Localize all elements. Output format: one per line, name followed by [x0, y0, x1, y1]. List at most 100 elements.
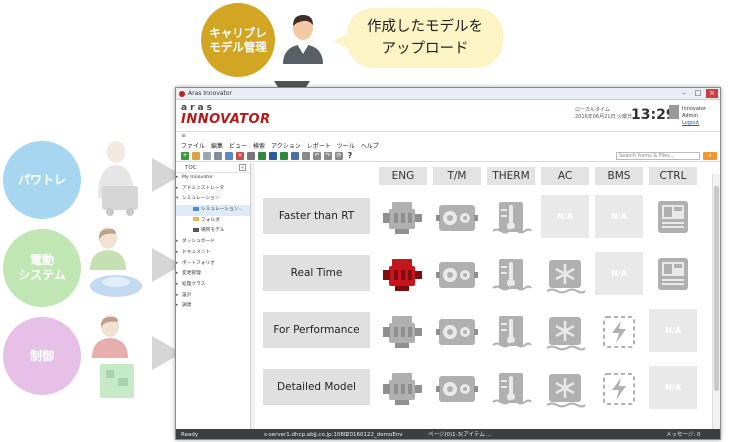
- column-header[interactable]: THERM: [487, 167, 535, 185]
- toolbar: + × ↶ ↷ ⟳ ? Search Items & Files... ⌕: [176, 150, 720, 162]
- scrollbar-thumb[interactable]: [714, 186, 719, 391]
- export-icon[interactable]: [280, 151, 288, 160]
- toc-item-label: ポートフォリオ: [182, 260, 215, 266]
- column-header[interactable]: T/M: [433, 167, 481, 185]
- toc-item[interactable]: ▸ 設計: [176, 291, 250, 302]
- toc-collapse-button[interactable]: «: [239, 164, 246, 171]
- model-cell[interactable]: [487, 366, 535, 409]
- save-icon[interactable]: [214, 151, 222, 160]
- toc-item[interactable]: フォルダ: [176, 216, 250, 227]
- model-cell[interactable]: [379, 366, 427, 409]
- transmission-icon: [436, 375, 478, 402]
- not-available-cell[interactable]: N/A: [541, 195, 589, 238]
- export-word-icon[interactable]: [269, 151, 277, 160]
- not-available-cell[interactable]: N/A: [649, 309, 697, 352]
- thermal-icon: [492, 372, 532, 404]
- na-label: N/A: [557, 212, 573, 221]
- toc-item[interactable]: ▾ シミュレーション: [176, 194, 250, 205]
- vertical-scrollbar[interactable]: [712, 174, 720, 429]
- refresh-icon[interactable]: ⟳: [335, 151, 343, 160]
- status-database: 20160122_demoEnv: [346, 432, 403, 438]
- toc-item[interactable]: ▸ ダッシュボード: [176, 237, 250, 248]
- copy-icon[interactable]: [203, 151, 211, 160]
- panel-splitter[interactable]: [251, 163, 255, 429]
- menu-edit[interactable]: 編集: [211, 141, 223, 150]
- toc-item[interactable]: ▸ 変更管理: [176, 269, 250, 280]
- help-icon[interactable]: ?: [346, 151, 354, 160]
- search-input[interactable]: Search Items & Files...: [616, 152, 700, 160]
- toc-item-label: My Innovator: [182, 175, 213, 180]
- not-available-cell[interactable]: N/A: [595, 195, 643, 238]
- row-header[interactable]: Detailed Model: [263, 369, 370, 405]
- menu-view[interactable]: ビュー: [229, 141, 247, 150]
- model-cell[interactable]: [541, 309, 589, 352]
- bubble-line2: アップロード: [381, 41, 469, 57]
- model-cell[interactable]: [649, 252, 697, 295]
- model-cell[interactable]: [433, 195, 481, 238]
- row-header[interactable]: Real Time: [263, 255, 370, 291]
- print-icon[interactable]: [247, 151, 255, 160]
- admin-person-icon: [283, 15, 323, 64]
- thermal-icon: [492, 315, 532, 347]
- thermal-icon: [492, 201, 532, 233]
- maximize-button[interactable]: □: [692, 89, 704, 98]
- toc-item[interactable]: ▸ 調達: [176, 301, 250, 312]
- model-cell[interactable]: [595, 366, 643, 409]
- menu-tools[interactable]: ツール: [337, 141, 355, 150]
- not-available-cell[interactable]: N/A: [649, 366, 697, 409]
- column-header[interactable]: AC: [541, 167, 589, 185]
- model-cell[interactable]: [379, 195, 427, 238]
- model-cell[interactable]: [433, 309, 481, 352]
- model-cell[interactable]: [541, 366, 589, 409]
- menu-action[interactable]: アクション: [271, 141, 301, 150]
- header-toggle-icon[interactable]: ≡: [181, 132, 186, 139]
- open-icon[interactable]: [192, 151, 200, 160]
- menu-file[interactable]: ファイル: [181, 141, 205, 150]
- menu-search[interactable]: 検索: [253, 141, 265, 150]
- delete-icon[interactable]: ×: [236, 151, 244, 160]
- model-cell[interactable]: [541, 252, 589, 295]
- status-bar: Ready s-server1.dhcp.abjj.co.jp:1080 201…: [176, 429, 720, 439]
- row-header[interactable]: For Performance: [263, 312, 370, 348]
- model-cell[interactable]: [379, 252, 427, 295]
- minimize-button[interactable]: –: [678, 89, 690, 98]
- unlock-icon[interactable]: [302, 151, 310, 160]
- close-button[interactable]: ×: [706, 89, 718, 98]
- logout-link[interactable]: Logout: [682, 120, 720, 127]
- engine-icon: [383, 201, 422, 234]
- model-cell[interactable]: [487, 309, 535, 352]
- model-cell[interactable]: [487, 252, 535, 295]
- column-header[interactable]: CTRL: [649, 167, 697, 185]
- search-button[interactable]: ⌕: [703, 152, 717, 160]
- model-cell[interactable]: [433, 366, 481, 409]
- export-excel-icon[interactable]: [258, 151, 266, 160]
- toc-item[interactable]: シミュレーション...: [176, 205, 250, 216]
- menu-help[interactable]: ヘルプ: [361, 141, 379, 150]
- toc-item[interactable]: 場所モデル: [176, 226, 250, 237]
- toc-item[interactable]: ▸ My Innovator: [176, 173, 250, 184]
- model-cell[interactable]: [487, 195, 535, 238]
- circle-label-line2: モデル管理: [209, 40, 267, 54]
- transmission-icon: [436, 318, 478, 345]
- not-available-cell[interactable]: N/A: [595, 252, 643, 295]
- toc-item[interactable]: ▸ ポートフォリオ: [176, 259, 250, 270]
- toc-header: TOC «: [176, 163, 250, 173]
- model-cell[interactable]: [379, 309, 427, 352]
- row-header[interactable]: Faster than RT: [263, 198, 370, 234]
- model-cell[interactable]: [649, 195, 697, 238]
- undo-icon[interactable]: ↶: [313, 151, 321, 160]
- toc-item-icon: [193, 227, 199, 232]
- column-header[interactable]: BMS: [595, 167, 643, 185]
- new-item-icon[interactable]: +: [181, 151, 189, 160]
- engine-icon: [383, 372, 422, 405]
- lock-icon[interactable]: [291, 151, 299, 160]
- toc-item[interactable]: ▸ ドキュメント: [176, 248, 250, 259]
- toc-item[interactable]: ▸ アドミニストレータ: [176, 184, 250, 195]
- menu-report[interactable]: レポート: [307, 141, 331, 150]
- model-cell[interactable]: [595, 309, 643, 352]
- toc-item[interactable]: ▸ 処理クラス: [176, 280, 250, 291]
- redo-icon[interactable]: ↷: [324, 151, 332, 160]
- column-header[interactable]: ENG: [379, 167, 427, 185]
- model-cell[interactable]: [433, 252, 481, 295]
- edit-icon[interactable]: [225, 151, 233, 160]
